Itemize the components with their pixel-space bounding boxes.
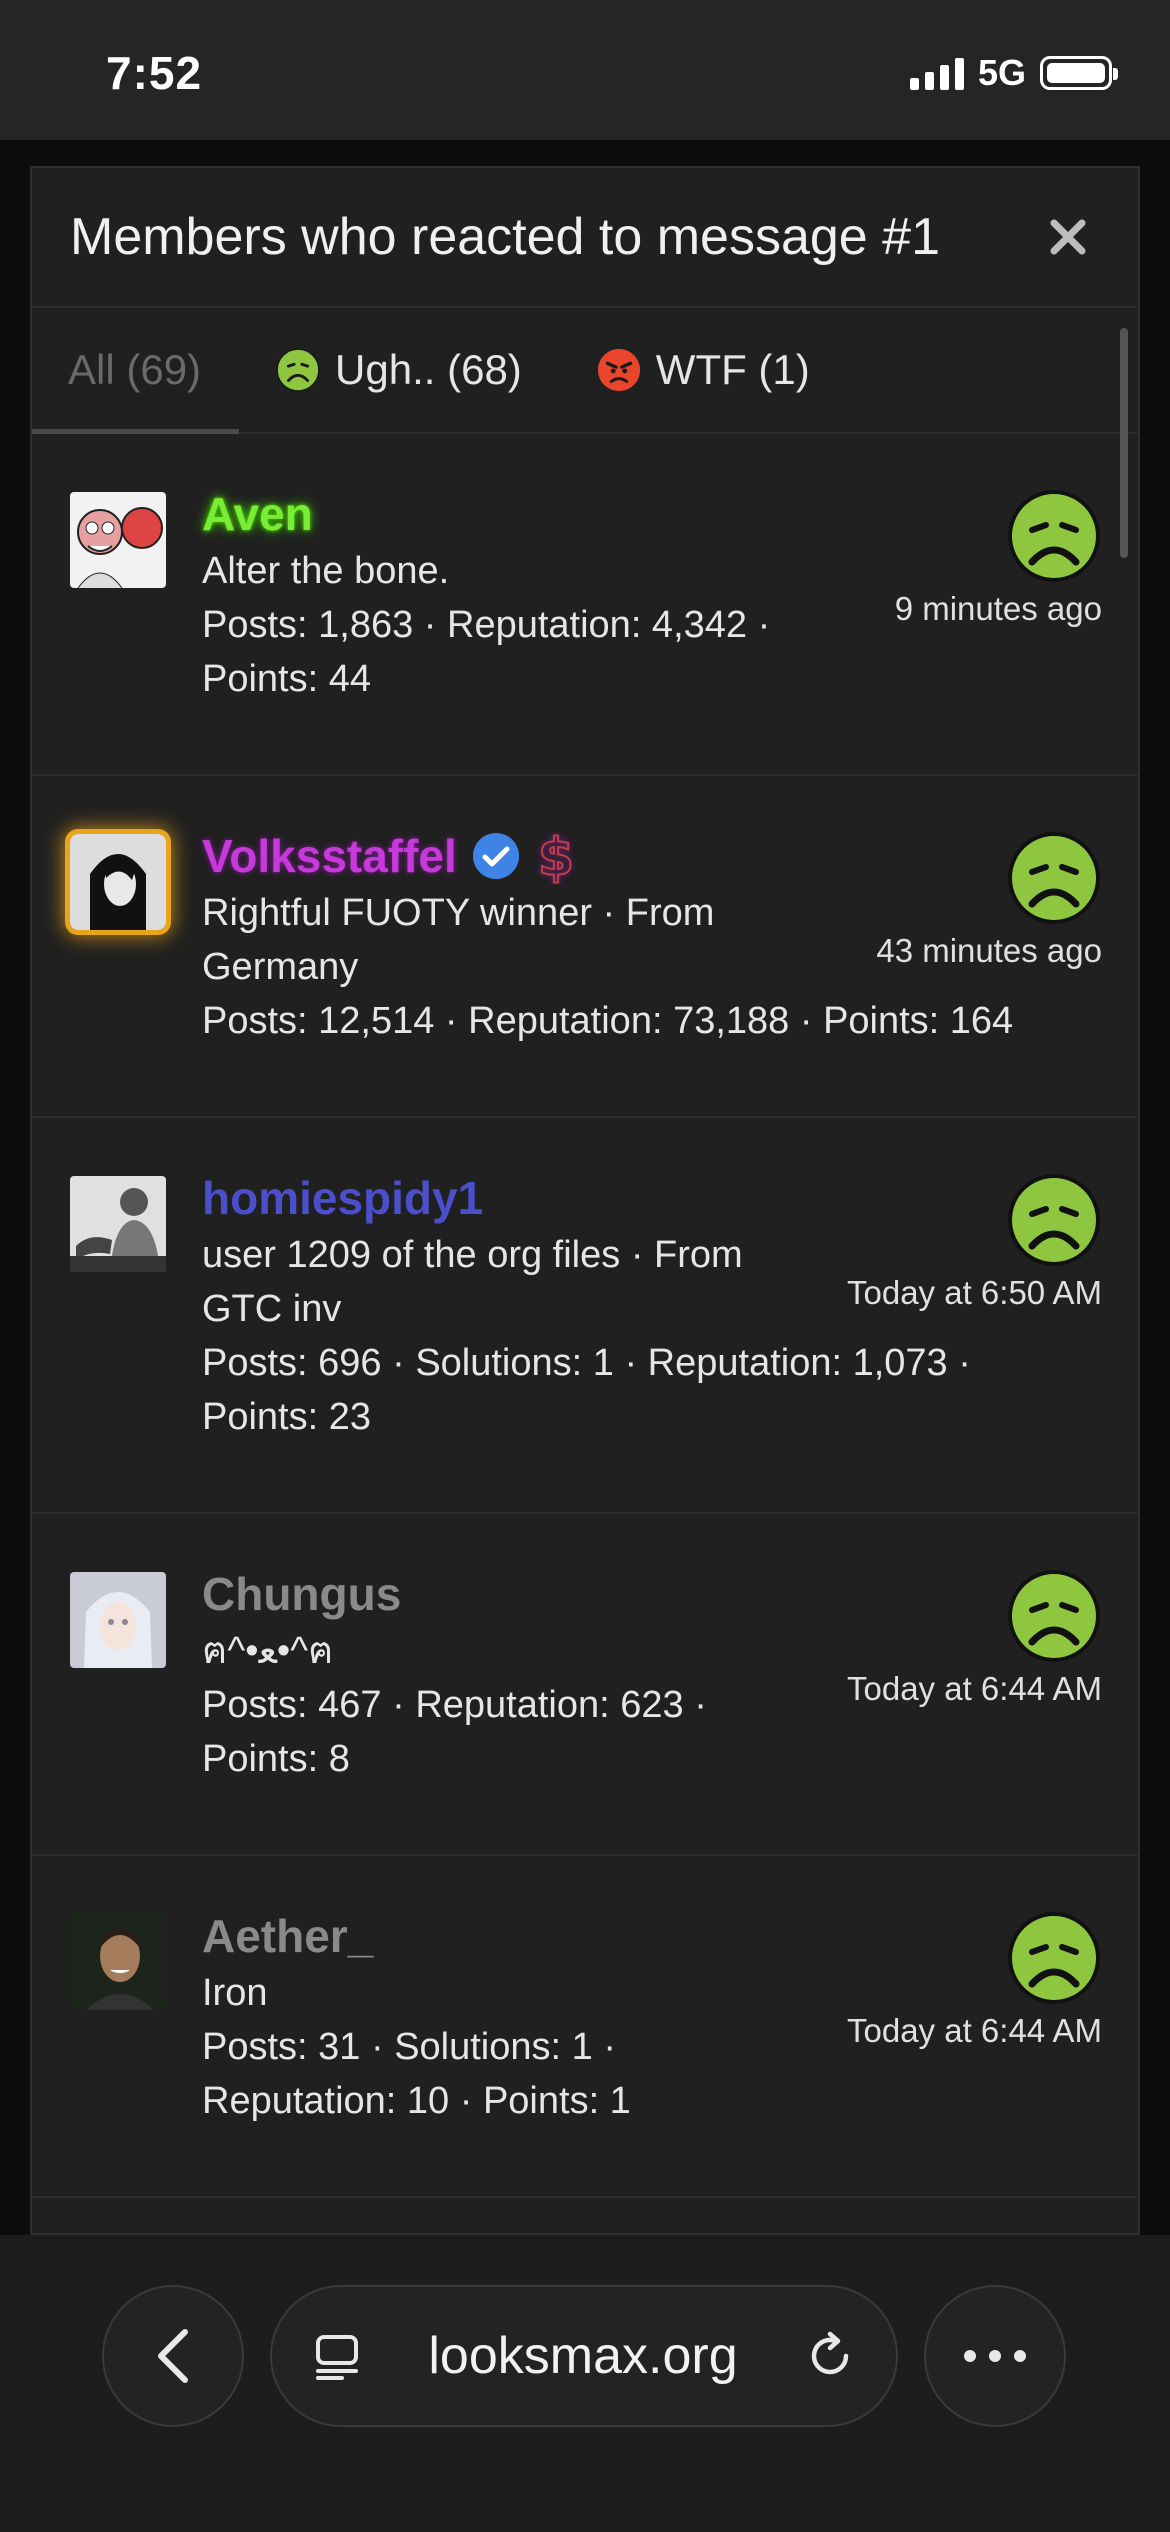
signal-icon bbox=[909, 56, 964, 90]
member-row: Aether_ Iron Posts: 31 · Solutions: 1 · … bbox=[32, 1856, 1138, 2198]
user-stats: Points: 23 bbox=[202, 1396, 371, 1438]
nauseated-face-icon bbox=[1008, 1174, 1100, 1266]
reaction-time: Today at 6:44 AM bbox=[847, 2012, 1102, 2049]
user-stats: Points: 44 bbox=[202, 658, 371, 700]
tab-wtf[interactable]: WTF (1) bbox=[560, 308, 848, 432]
username-link[interactable]: Aven bbox=[202, 484, 902, 544]
user-title: Iron bbox=[202, 1972, 268, 2014]
username-link[interactable]: homiespidy1 bbox=[202, 1168, 902, 1228]
user-title: user 1209 of the org files · From bbox=[202, 1234, 743, 1276]
address-bar[interactable]: looksmax.org bbox=[270, 2285, 898, 2427]
user-stats: Posts: 696 · Solutions: 1 · Reputation: … bbox=[202, 1342, 971, 1384]
chevron-left-icon bbox=[158, 2329, 188, 2383]
reaction-tabs: All (69) Ugh.. (68) WTF (1) bbox=[32, 308, 1138, 434]
modal-header: Members who reacted to message #1 bbox=[32, 168, 1138, 308]
user-stats: Posts: 12,514 · Reputation: 73,188 · Poi… bbox=[202, 1000, 1014, 1042]
avatar[interactable] bbox=[70, 834, 166, 930]
user-title: GTC inv bbox=[202, 1288, 342, 1330]
user-title: Germany bbox=[202, 946, 359, 988]
modal-scrollbar[interactable] bbox=[1120, 328, 1128, 558]
username-link[interactable]: Aether_ bbox=[202, 1906, 902, 1966]
user-stats: Posts: 31 · Solutions: 1 · bbox=[202, 2026, 616, 2068]
reaction-time: Today at 6:44 AM bbox=[847, 1670, 1102, 1707]
reaction-time: Today at 6:50 AM bbox=[847, 1274, 1102, 1311]
tab-all[interactable]: All (69) bbox=[32, 308, 240, 434]
svg-text:$: $ bbox=[538, 828, 574, 885]
avatar[interactable] bbox=[70, 1572, 166, 1668]
more-button[interactable] bbox=[924, 2285, 1066, 2427]
reactions-modal: Members who reacted to message #1 All (6… bbox=[30, 166, 1140, 2235]
tab-ugh[interactable]: Ugh.. (68) bbox=[239, 308, 560, 432]
tab-all-label: All (69) bbox=[68, 346, 202, 393]
member-row: homiespidy1 user 1209 of the org files ·… bbox=[32, 1118, 1138, 1514]
nauseated-face-icon bbox=[1008, 1912, 1100, 2004]
avatar[interactable] bbox=[70, 492, 166, 588]
reload-icon[interactable] bbox=[804, 2330, 856, 2382]
close-icon bbox=[1050, 219, 1086, 255]
status-bar: 7:52 5G bbox=[0, 0, 1170, 140]
reaction-time: 9 minutes ago bbox=[894, 590, 1102, 627]
avatar[interactable] bbox=[70, 1176, 166, 1272]
reaction-time: 43 minutes ago bbox=[876, 932, 1102, 969]
username-link[interactable]: Chungus bbox=[202, 1564, 902, 1624]
more-options-icon bbox=[964, 2350, 1026, 2362]
angry-face-icon bbox=[597, 348, 640, 392]
status-icons: 5G bbox=[909, 52, 1118, 94]
user-stats: Posts: 467 · Reputation: 623 · bbox=[202, 1684, 707, 1726]
nauseated-face-icon bbox=[1008, 1570, 1100, 1662]
avatar[interactable] bbox=[70, 1914, 166, 2010]
verified-icon bbox=[472, 833, 519, 879]
user-title: ฅ^•ﻌ•^ฅ bbox=[202, 1630, 334, 1672]
member-row: Volksstaffel $ Rightful FUOTY winner · F… bbox=[32, 776, 1138, 1118]
member-row: Aven Alter the bone. Posts: 1,863 · Repu… bbox=[32, 434, 1138, 776]
user-title: Rightful FUOTY winner · From bbox=[202, 892, 715, 934]
user-stats: Posts: 1,863 · Reputation: 4,342 · bbox=[202, 604, 771, 646]
browser-toolbar: looksmax.org bbox=[0, 2235, 1170, 2532]
nauseated-face-icon bbox=[276, 347, 321, 393]
tab-wtf-label: WTF (1) bbox=[655, 346, 810, 393]
battery-icon bbox=[1040, 56, 1118, 90]
status-time: 7:52 bbox=[106, 47, 203, 99]
tab-ugh-label: Ugh.. (68) bbox=[335, 346, 522, 393]
nauseated-face-icon bbox=[1008, 832, 1100, 924]
back-button[interactable] bbox=[102, 2285, 244, 2427]
user-stats: Points: 8 bbox=[202, 1738, 350, 1780]
member-row: Chungus ฅ^•ﻌ•^ฅ Posts: 467 · Reputation:… bbox=[32, 1514, 1138, 1856]
dollar-icon: $ bbox=[537, 827, 575, 885]
nauseated-face-icon bbox=[1008, 490, 1100, 582]
network-type: 5G bbox=[977, 52, 1026, 93]
user-title: Alter the bone. bbox=[202, 550, 450, 592]
username-link[interactable]: Volksstaffel $ bbox=[202, 826, 902, 886]
url-text: looksmax.org bbox=[428, 2327, 738, 2385]
user-stats: Reputation: 10 · Points: 1 bbox=[202, 2080, 631, 2122]
close-button[interactable] bbox=[1038, 207, 1098, 267]
modal-title: Members who reacted to message #1 bbox=[70, 208, 940, 266]
tab-overview-icon bbox=[316, 2335, 358, 2380]
